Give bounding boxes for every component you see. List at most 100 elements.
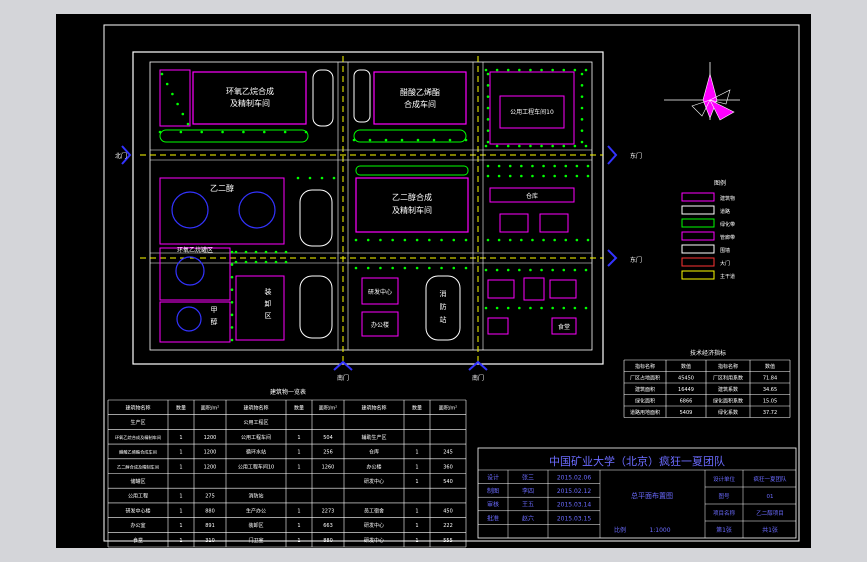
green-dot — [440, 238, 443, 242]
green-dot — [274, 250, 278, 254]
building-table-cell: 办公楼 — [366, 463, 381, 470]
legend-item-label: 绿化带 — [720, 221, 735, 228]
warehouse-label: 仓库 — [526, 192, 538, 200]
fire-label-3: 站 — [440, 315, 447, 324]
green-dot — [531, 164, 534, 168]
building-table-cell: 1 — [179, 464, 182, 470]
scale-value: 1:1000 — [649, 527, 670, 534]
green-dot — [564, 164, 568, 168]
building-table-cell: 880 — [205, 508, 215, 514]
green-dot — [564, 174, 568, 178]
green-dot — [506, 144, 510, 148]
green-dot — [391, 266, 394, 270]
green-dot — [586, 174, 590, 178]
green-dot — [230, 263, 234, 266]
green-dot — [354, 238, 358, 242]
building-table-cell: 仓库 — [369, 449, 379, 456]
green-dot — [368, 138, 372, 142]
green-dot — [586, 164, 590, 168]
green-dot — [448, 138, 452, 142]
title-block-right-label: 项目名称 — [713, 509, 736, 517]
green-dot — [332, 176, 336, 180]
green-dot — [230, 313, 234, 317]
title-block-cell: 审核 — [487, 501, 499, 509]
title-block-cell: 赵六 — [522, 514, 534, 522]
fire-label-2: 防 — [440, 302, 447, 311]
title-block-right-value: 乙二醇项目 — [756, 509, 784, 517]
green-dot — [580, 140, 584, 144]
building-table-cell: 装卸区 — [248, 522, 263, 529]
building-table-cell: 504 — [323, 435, 333, 441]
green-dot — [230, 275, 234, 279]
green-dot — [264, 260, 268, 264]
green-dot — [176, 102, 179, 106]
green-dot — [486, 106, 490, 110]
stats-cell: 数值 — [681, 363, 691, 370]
title-block-cell: 制图 — [487, 487, 499, 495]
gate-south-label-1: 南门 — [337, 374, 349, 382]
green-dot — [486, 238, 490, 242]
building-table-cell: 310 — [205, 538, 215, 544]
green-dot — [584, 306, 588, 310]
green-dot — [234, 260, 238, 264]
green-dot — [580, 106, 584, 110]
green-dot — [452, 266, 456, 270]
green-dot — [320, 176, 324, 180]
building-table-cell: 1 — [415, 508, 418, 514]
stats-cell: 厂区利用系数 — [713, 375, 743, 382]
building-table-cell: 1 — [179, 538, 182, 544]
green-dot — [484, 306, 488, 310]
green-dot — [540, 68, 543, 72]
title-block-cell: 李四 — [522, 487, 534, 495]
green-dot — [440, 266, 443, 270]
green-dot — [486, 164, 490, 168]
building-table-cell: 1 — [415, 479, 418, 485]
green-dot — [542, 238, 545, 242]
stats-cell: 71.84 — [763, 376, 777, 382]
loading-label-1: 装 — [265, 287, 272, 296]
building-table-cell: 1 — [297, 538, 300, 544]
loading-label-3: 区 — [265, 312, 272, 320]
building-table-cell: 1200 — [204, 464, 217, 470]
green-dot — [284, 260, 288, 264]
building-table-cell: 数量 — [176, 405, 186, 412]
stats-cell: 16449 — [678, 387, 694, 393]
building-table-cell: 研发中心 — [364, 522, 384, 529]
green-dot — [573, 268, 577, 272]
stats-cell: 绿化系数 — [718, 409, 738, 416]
building-table-cell: 450 — [443, 508, 453, 514]
green-dot — [562, 268, 566, 272]
green-dot — [354, 266, 358, 270]
building-table-cell: 880 — [323, 538, 333, 544]
green-dot — [553, 174, 556, 178]
green-dot — [506, 268, 510, 272]
building-table-cell: 循环水站 — [246, 449, 266, 456]
cad-viewport: 环氧乙烷合成 及精制车间 醋酸乙烯酯 合成车间 公用工程车间10 乙二醇 环氧乙… — [0, 0, 867, 562]
building-table-cell: 1200 — [204, 435, 217, 441]
green-dot — [352, 138, 356, 142]
building-table-cell: 办公室 — [130, 522, 145, 529]
building-table-cell: 公用工程 — [128, 493, 148, 500]
green-dot — [283, 130, 287, 134]
green-dot — [529, 268, 532, 272]
green-dot — [400, 138, 404, 142]
green-dot — [160, 72, 164, 76]
green-dot — [580, 129, 584, 132]
green-dot — [553, 238, 556, 242]
building-table-cell: 222 — [443, 523, 453, 529]
building-table-cell: 面积/m² — [201, 405, 220, 412]
green-dot — [497, 164, 501, 168]
building-table-cell: 醋酸乙烯酯合成车间 — [119, 449, 157, 456]
green-dot — [540, 144, 543, 148]
building-table-cell: 门卫室 — [248, 537, 263, 544]
gate-east-label-2: 东门 — [630, 256, 642, 264]
utility-10-label: 公用工程车间10 — [510, 108, 554, 116]
stats-cell: 建筑面积 — [635, 386, 655, 393]
green-dot — [562, 144, 566, 148]
green-dot — [584, 68, 588, 72]
building-table-cell: 建筑物名称 — [125, 405, 150, 412]
scale-label: 比例 — [614, 526, 626, 534]
title-block-cell: 张三 — [522, 474, 534, 482]
office-label: 办公楼 — [371, 321, 389, 329]
green-dot — [520, 164, 523, 168]
